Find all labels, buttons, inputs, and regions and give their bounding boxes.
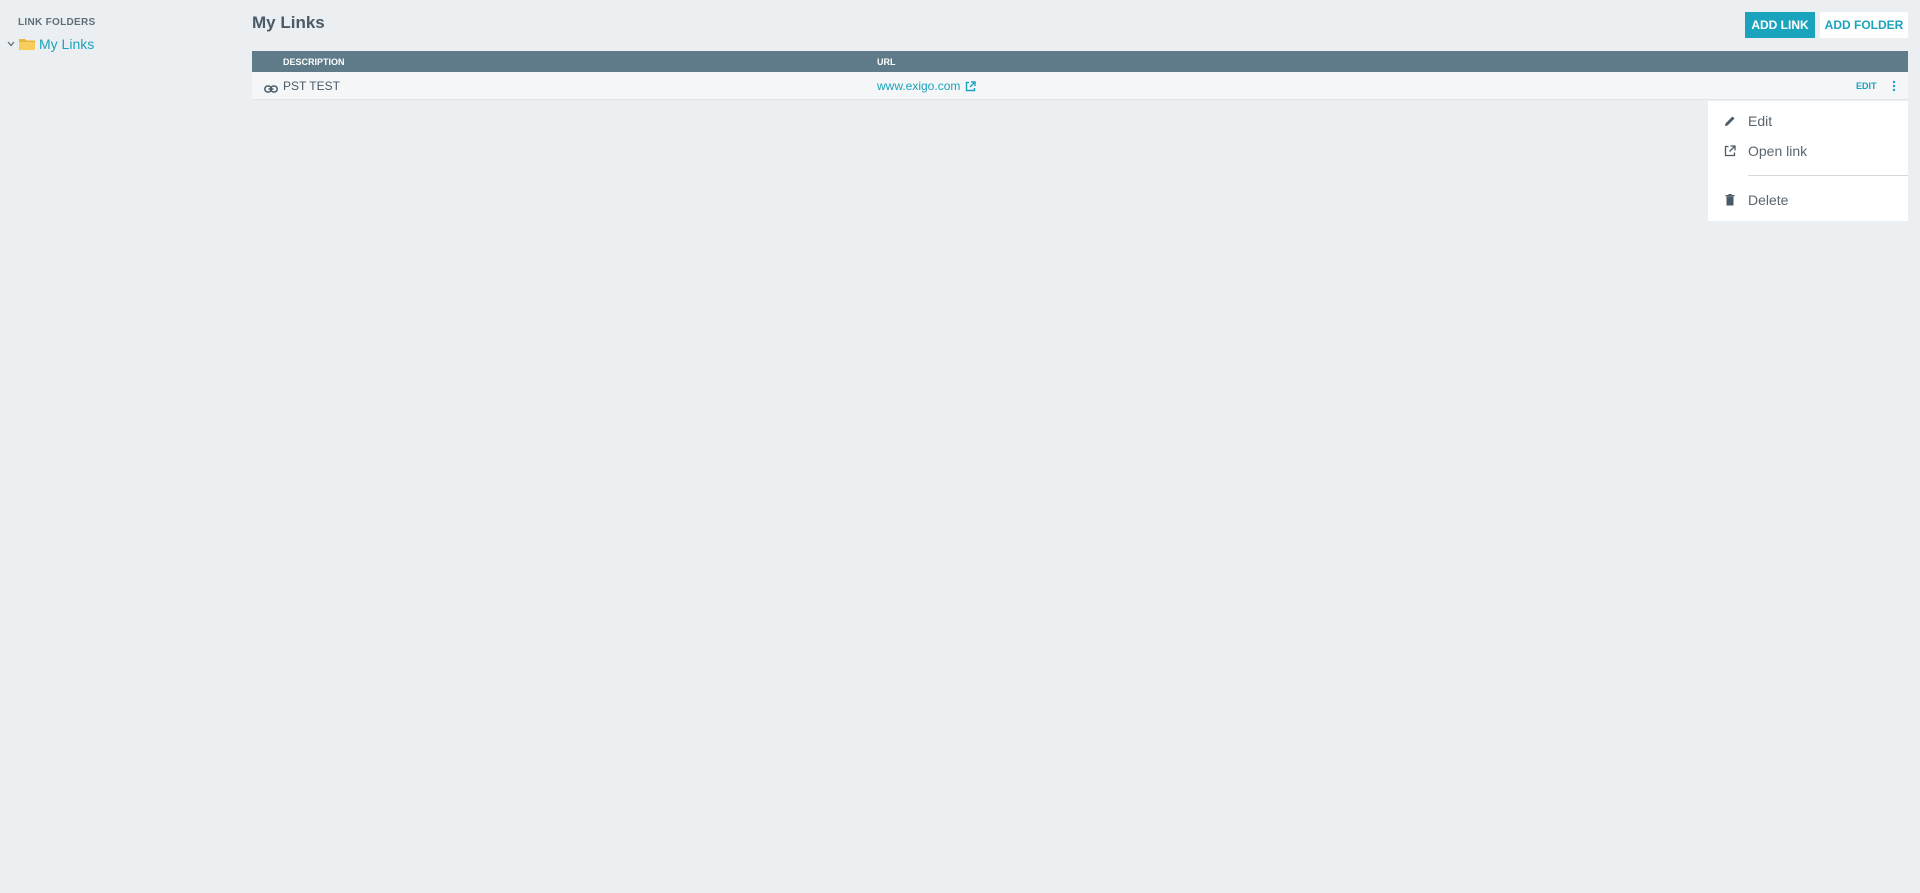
table-row[interactable]: PST TEST www.exigo.com EDIT [252, 72, 1908, 100]
folder-item-my-links[interactable]: My Links [6, 34, 94, 54]
menu-item-label[interactable]: Edit [1748, 113, 1772, 129]
row-url-link[interactable]: www.exigo.com [877, 79, 977, 93]
pencil-icon [1724, 115, 1736, 127]
menu-item-edit[interactable]: Edit [1708, 108, 1908, 134]
add-folder-button[interactable]: ADD FOLDER [1820, 12, 1908, 38]
table-header: DESCRIPTION URL [252, 51, 1908, 72]
row-description: PST TEST [283, 79, 340, 93]
link-icon [264, 81, 278, 93]
menu-item-label[interactable]: Delete [1748, 192, 1788, 208]
menu-item-open-link[interactable]: Open link [1708, 138, 1908, 164]
folder-icon [18, 37, 36, 51]
chevron-down-icon[interactable] [6, 39, 16, 49]
column-header-description[interactable]: DESCRIPTION [283, 57, 345, 67]
row-url-text[interactable]: www.exigo.com [877, 79, 960, 93]
sidebar: LINK FOLDERS My Links [0, 0, 240, 893]
menu-divider [1748, 175, 1908, 176]
menu-item-delete[interactable]: Delete [1708, 187, 1908, 213]
add-link-button[interactable]: ADD LINK [1745, 12, 1815, 38]
sidebar-heading: LINK FOLDERS [18, 17, 96, 28]
links-table: DESCRIPTION URL PST TEST www.exigo.com E… [252, 51, 1908, 100]
column-header-url[interactable]: URL [877, 57, 896, 67]
external-link-icon[interactable] [965, 80, 977, 92]
menu-item-label[interactable]: Open link [1748, 143, 1807, 159]
external-link-icon [1724, 145, 1736, 157]
folder-label[interactable]: My Links [39, 36, 94, 52]
more-vert-icon[interactable] [1887, 77, 1901, 95]
row-edit-button[interactable]: EDIT [1856, 81, 1877, 91]
trash-icon [1724, 194, 1736, 206]
page-title: My Links [252, 13, 325, 32]
row-context-menu: Edit Open link Delete [1708, 101, 1908, 221]
